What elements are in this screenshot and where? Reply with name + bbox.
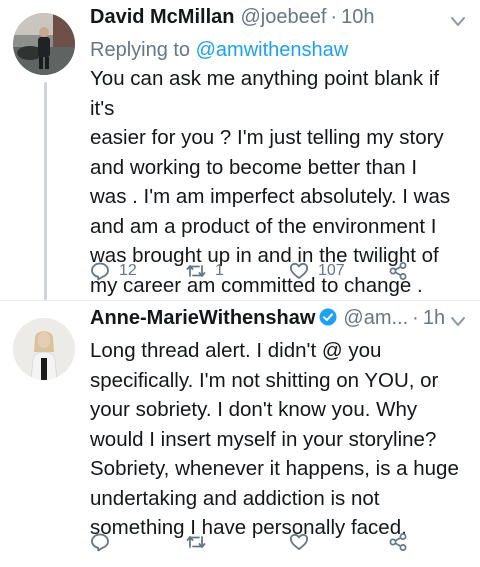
display-name[interactable]: Anne-MarieWithenshaw xyxy=(90,307,315,330)
retweet-icon xyxy=(186,536,206,548)
action-bar xyxy=(90,532,430,556)
retweet-button[interactable] xyxy=(186,532,206,552)
user-handle[interactable]: @am... xyxy=(343,307,408,330)
tweet-text-line: specifically. I'm not shitting on YOU, o… xyxy=(90,368,439,392)
chevron-down-icon[interactable] xyxy=(450,316,466,328)
retweet-button[interactable]: 1 xyxy=(186,261,224,281)
tweet-header: Anne-MarieWithenshaw @am... · 1h xyxy=(90,306,466,336)
tweet-text-line: and working to become better than I xyxy=(90,155,418,179)
heart-icon xyxy=(289,262,309,279)
share-button[interactable] xyxy=(388,532,408,552)
action-bar: 12 1 107 xyxy=(90,261,430,285)
retweet-count: 1 xyxy=(215,262,224,279)
like-button[interactable] xyxy=(289,532,309,552)
avatar[interactable] xyxy=(13,13,75,75)
tweet-text-line: Long thread alert. I didn't @ you xyxy=(90,339,382,362)
thread-line xyxy=(44,82,47,300)
heart-icon xyxy=(289,533,309,550)
like-count: 107 xyxy=(318,262,345,279)
tweet-text-line: easier for you ? I'm just telling my sto… xyxy=(90,126,444,149)
reply-icon xyxy=(91,533,109,552)
reply-mention-link[interactable]: @amwithenshaw xyxy=(196,39,349,61)
reply-icon xyxy=(91,262,109,281)
tweet-text-line: your sobriety. I don't know you. Why xyxy=(90,398,418,421)
share-icon xyxy=(389,262,407,280)
separator-dot: · xyxy=(330,6,338,28)
tweet-text-line: was . I'm am imperfect absolutely. I was xyxy=(90,185,451,208)
tweet-header: David McMillan @joebeef · 10h xyxy=(90,6,466,36)
chevron-down-icon[interactable] xyxy=(450,16,466,28)
like-button[interactable]: 107 xyxy=(289,261,345,281)
replying-to-label: Replying to xyxy=(90,39,191,61)
reply-button[interactable] xyxy=(90,532,110,552)
share-icon xyxy=(389,533,407,551)
timestamp[interactable]: 10h xyxy=(341,6,374,29)
tweet-text: Long thread alert. I didn't @ you specif… xyxy=(90,336,466,543)
tweet-anne-marie-withenshaw[interactable]: Anne-MarieWithenshaw @am... · 1h Long th… xyxy=(0,300,480,567)
tweet-text-line: You can ask me anything point blank if i… xyxy=(90,67,440,120)
reply-button[interactable]: 12 xyxy=(90,261,137,281)
share-button[interactable] xyxy=(388,261,408,281)
verified-badge-icon xyxy=(319,308,337,326)
avatar[interactable] xyxy=(13,318,75,380)
user-handle[interactable]: @joebeef xyxy=(240,6,326,29)
replying-to: Replying to @amwithenshaw xyxy=(90,36,466,64)
tweet-text-line: would I insert myself in your storyline? xyxy=(90,427,437,451)
reply-count: 12 xyxy=(119,262,137,279)
tweet-text-line: and am a product of the environment I xyxy=(90,214,437,238)
retweet-icon xyxy=(186,265,206,277)
separator-dot: · xyxy=(412,307,419,329)
tweet-text-line: Sobriety, whenever it happens, is a huge xyxy=(90,457,459,480)
tweet-david-mcmillan[interactable]: David McMillan @joebeef · 10h Replying t… xyxy=(0,0,480,300)
timestamp[interactable]: 1h xyxy=(423,307,445,330)
tweet-text-line: undertaking and addiction is not xyxy=(90,486,380,510)
display-name[interactable]: David McMillan xyxy=(90,6,234,29)
